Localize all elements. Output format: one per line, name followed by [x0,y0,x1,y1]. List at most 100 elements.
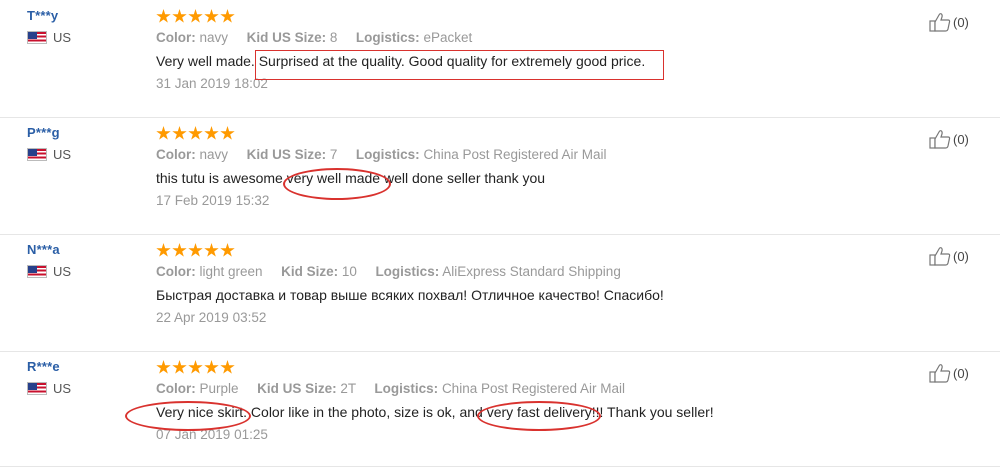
review-user: T***y US [27,8,71,45]
star-icon [188,360,203,374]
helpful-count: (0) [953,131,969,147]
country-code: US [53,264,72,279]
review-item: P***g US Color: navy Kid US Size: 7 Logi… [0,117,1000,235]
user-name[interactable]: R***e [27,359,71,374]
review-attributes: Color: navy Kid US Size: 7 Logistics: Ch… [156,147,607,162]
review-attributes: Color: navy Kid US Size: 8 Logistics: eP… [156,30,645,45]
attr-key: Logistics: [374,381,439,396]
review-item: R***e US Color: Purple Kid US Size: 2T L… [0,351,1000,467]
user-country: US [27,30,71,45]
attr-key: Logistics: [355,30,420,45]
helpful-button[interactable]: (0) [929,363,969,383]
us-flag-icon [27,148,47,161]
helpful-count: (0) [953,365,969,381]
highlight-box [255,50,664,80]
review-time: 17 Feb 2019 15:32 [156,193,270,208]
review-time: 07 Jan 2019 01:25 [156,427,268,442]
star-icon [188,243,203,257]
attr-key: Color: [156,30,196,45]
review-user: R***e US [27,359,71,396]
user-country: US [27,264,71,279]
attr-key: Kid US Size: [246,30,327,45]
star-icon [220,9,235,23]
thumbs-up-icon [929,13,951,32]
star-icon [188,9,203,23]
review-attributes: Color: light green Kid Size: 10 Logistic… [156,264,664,279]
attr-key: Kid Size: [281,264,339,279]
attr-key: Logistics: [355,147,420,162]
star-icon [204,9,219,23]
star-rating [156,9,645,27]
review-body: Color: Purple Kid US Size: 2T Logistics:… [156,360,714,442]
review-list: T***y US Color: navy Kid US Size: 8 Logi… [0,0,1000,467]
review-body: Color: light green Kid Size: 10 Logistic… [156,243,664,325]
attr-value: navy [199,147,229,162]
review-time: 22 Apr 2019 03:52 [156,310,267,325]
star-icon [172,360,187,374]
user-name[interactable]: P***g [27,125,71,140]
star-icon [204,360,219,374]
user-name[interactable]: N***a [27,242,71,257]
review-body: Color: navy Kid US Size: 7 Logistics: Ch… [156,126,607,208]
attr-value: Purple [199,381,239,396]
helpful-count: (0) [953,248,969,264]
review-attributes: Color: Purple Kid US Size: 2T Logistics:… [156,381,714,396]
attr-value: 8 [329,30,338,45]
attr-value: AliExpress Standard Shipping [442,264,621,279]
attr-value: navy [199,30,229,45]
helpful-count: (0) [953,14,969,30]
user-name[interactable]: T***y [27,8,71,23]
helpful-button[interactable]: (0) [929,129,969,149]
highlight-ellipse [477,401,601,431]
country-code: US [53,381,72,396]
star-icon [172,243,187,257]
star-icon [220,126,235,140]
star-icon [220,360,235,374]
attr-value: ePacket [423,30,473,45]
star-rating [156,126,607,144]
star-icon [204,126,219,140]
star-icon [172,126,187,140]
attr-key: Color: [156,264,196,279]
user-country: US [27,381,71,396]
star-icon [156,9,171,23]
star-icon [156,360,171,374]
attr-key: Logistics: [375,264,440,279]
attr-key: Kid US Size: [257,381,337,396]
review-item: T***y US Color: navy Kid US Size: 8 Logi… [0,0,1000,118]
helpful-button[interactable]: (0) [929,12,969,32]
attr-key: Kid US Size: [246,147,327,162]
highlight-ellipse [283,168,391,200]
star-rating [156,243,664,261]
star-rating [156,360,714,378]
user-country: US [27,147,71,162]
attr-key: Color: [156,147,196,162]
star-icon [156,243,171,257]
review-text: Быстрая доставка и товар выше всяких пох… [156,287,664,303]
star-icon [188,126,203,140]
review-user: P***g US [27,125,71,162]
review-user: N***a US [27,242,71,279]
attr-value: China Post Registered Air Mail [441,381,626,396]
highlight-ellipse [125,401,251,431]
review-item: N***a US Color: light green Kid Size: 10 [0,234,1000,352]
attr-value: 7 [329,147,338,162]
star-icon [220,243,235,257]
attr-value: 10 [341,264,357,279]
us-flag-icon [27,382,47,395]
attr-key: Color: [156,381,196,396]
helpful-button[interactable]: (0) [929,246,969,266]
country-code: US [53,30,72,45]
star-icon [172,9,187,23]
attr-value: light green [199,264,263,279]
star-icon [156,126,171,140]
attr-value: China Post Registered Air Mail [423,147,607,162]
us-flag-icon [27,265,47,278]
star-icon [204,243,219,257]
attr-value: 2T [340,381,356,396]
us-flag-icon [27,31,47,44]
thumbs-up-icon [929,247,951,266]
country-code: US [53,147,72,162]
thumbs-up-icon [929,130,951,149]
thumbs-up-icon [929,364,951,383]
